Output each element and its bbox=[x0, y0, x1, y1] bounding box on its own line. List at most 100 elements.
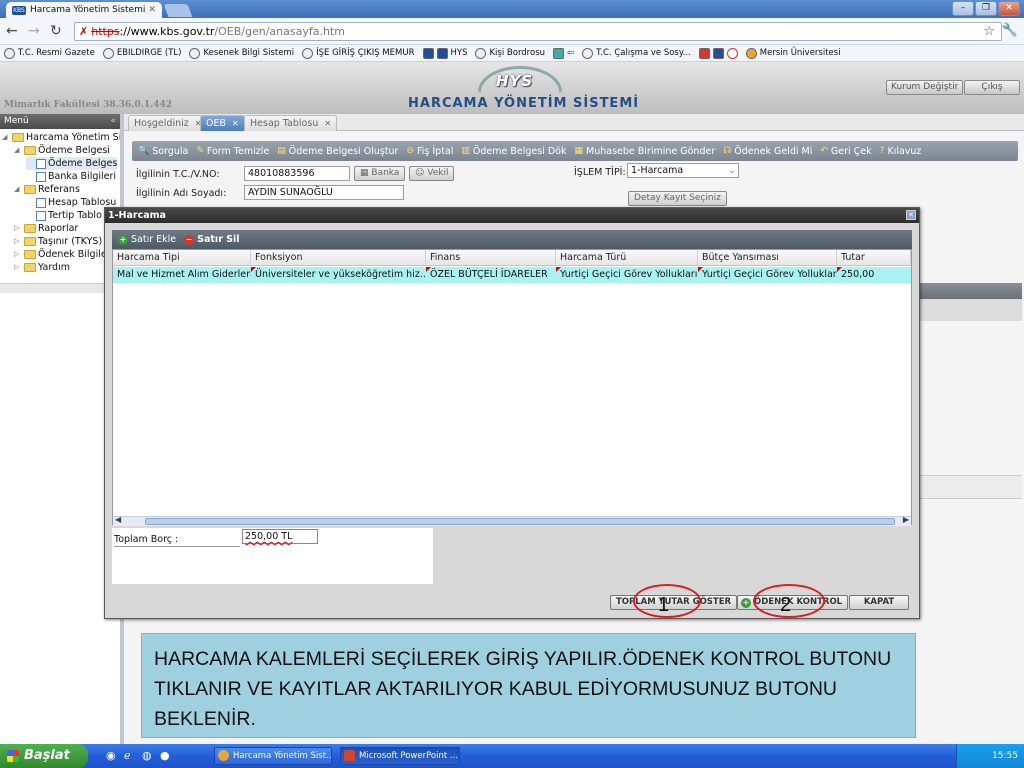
table-cell[interactable]: Yurtiçi Geçici Görev Yollukları bbox=[698, 267, 837, 283]
bookmark-item[interactable]: İŞE GİRİŞ ÇIKIŞ MEMUR bbox=[302, 47, 415, 59]
url-input[interactable]: ✗ https ://www.kbs.gov.tr /OEB/gen/anasa… bbox=[74, 22, 1002, 41]
column-header[interactable]: Tutar bbox=[837, 250, 911, 266]
name-input[interactable]: AYDIN SUNAOĞLU bbox=[244, 185, 404, 200]
tc-input[interactable]: 48010883596 bbox=[244, 166, 350, 181]
bookmark-item[interactable]: Kesenek Bilgi Sistemi bbox=[189, 47, 294, 59]
tab-oeb[interactable]: OEB ✕ bbox=[200, 115, 245, 131]
table-cell[interactable]: Yurtiçi Geçici Görev Yollukları bbox=[556, 267, 698, 283]
delete-row-button[interactable]: − Satır Sil bbox=[184, 234, 240, 245]
bookmark-item[interactable]: Kişi Bordrosu bbox=[475, 47, 545, 59]
sidebar-item[interactable]: Ödeme Belges bbox=[26, 157, 118, 170]
toolbar-button[interactable]: ? Kılavuz bbox=[880, 146, 922, 157]
change-institution-button[interactable]: Kurum Değiştir bbox=[886, 80, 964, 95]
exit-button[interactable]: Çıkış bbox=[964, 80, 1020, 95]
column-header[interactable]: Harcama Tipi bbox=[113, 250, 251, 266]
chevron-down-icon[interactable]: ⌄ bbox=[728, 164, 736, 177]
sidebar-item[interactable]: ◢ Harcama Yönetim Sis bbox=[2, 131, 120, 144]
bookmark-star-icon[interactable]: ☆ bbox=[983, 24, 995, 39]
minimize-icon[interactable]: – bbox=[952, 1, 974, 16]
tab-welcome[interactable]: Hoşgeldiniz ✕ bbox=[128, 115, 208, 131]
close-modal-icon[interactable]: ✕ bbox=[906, 210, 916, 220]
bank-button[interactable]: ▦ Banka bbox=[354, 166, 406, 181]
toolbar-button[interactable]: ✎ Form Temizle bbox=[196, 146, 269, 157]
add-row-button[interactable]: + Satır Ekle bbox=[118, 234, 176, 245]
bookmark-item[interactable]: T.C. Resmi Gazete bbox=[4, 47, 95, 59]
new-tab-button[interactable] bbox=[163, 4, 193, 17]
bookmark-item[interactable]: HYS bbox=[422, 47, 467, 59]
toolbar-button[interactable]: ☊ Ödenek Geldi Mi bbox=[723, 146, 812, 157]
sidebar-item[interactable]: Tertip Tablo bbox=[26, 209, 102, 222]
browser-quicklaunch-icon[interactable]: ◉ bbox=[106, 749, 116, 762]
sidebar-item[interactable]: ▷ Yardım bbox=[14, 261, 70, 274]
islem-select[interactable]: 1-Harcama ⌄ bbox=[627, 163, 739, 178]
start-button[interactable]: Başlat bbox=[0, 744, 88, 768]
task-powerpoint[interactable]: Microsoft PowerPoint ... bbox=[340, 747, 460, 765]
tree-toggle-icon[interactable]: ▷ bbox=[14, 235, 22, 248]
close-tab-icon[interactable]: ✕ bbox=[148, 5, 156, 15]
table-cell[interactable]: 250,00 bbox=[837, 267, 911, 283]
table-row[interactable]: Mal ve Hizmet Alım Giderleri Üniversitele… bbox=[113, 267, 911, 283]
close-window-icon[interactable]: ✕ bbox=[998, 1, 1020, 16]
tab-account-table[interactable]: Hesap Tablosu ✕ bbox=[244, 115, 338, 131]
collapse-menu-icon[interactable]: « bbox=[110, 114, 116, 129]
tree-toggle-icon[interactable]: ▷ bbox=[14, 248, 22, 261]
close-button[interactable]: KAPAT bbox=[849, 595, 909, 610]
close-tab-icon[interactable]: ✕ bbox=[232, 119, 239, 128]
sidebar-item[interactable]: ◢ Ödeme Belgesi bbox=[14, 144, 110, 157]
firefox-quicklaunch-icon[interactable]: ◍ bbox=[142, 749, 152, 762]
toolbar-button[interactable]: 🔍 Sorgula bbox=[138, 146, 188, 157]
forward-arrow-icon[interactable]: → bbox=[28, 23, 40, 39]
bookmark-item[interactable]: ⇦ bbox=[553, 47, 575, 59]
sidebar-item[interactable]: ◢ Referans bbox=[14, 183, 80, 196]
task-browser[interactable]: Harcama Yönetim Sist... bbox=[214, 747, 332, 765]
toolbar-button[interactable]: ▤ Ödeme Belgesi Oluştur bbox=[277, 146, 398, 157]
sidebar-item[interactable]: ▷ Raporlar bbox=[14, 222, 78, 235]
reload-icon[interactable]: ↻ bbox=[50, 23, 62, 39]
tree-toggle-icon[interactable]: ▷ bbox=[14, 222, 22, 235]
column-header[interactable]: Finans bbox=[426, 250, 556, 266]
sidebar-item[interactable]: Banka Bilgileri bbox=[26, 170, 116, 183]
table-cell[interactable]: Üniversiteler ve yükseköğretim hiz... bbox=[251, 267, 426, 283]
toolbar-button[interactable]: ⊖ Fiş İptal bbox=[406, 146, 453, 157]
table-cell[interactable]: Mal ve Hizmet Alım Giderleri bbox=[113, 267, 251, 283]
sidebar-item[interactable]: ▷ Taşınır (TKYS) bbox=[14, 235, 102, 248]
toolbar-icon: ⊖ bbox=[406, 146, 414, 156]
toolbar-button[interactable]: ▥ Ödeme Belgesi Dök bbox=[461, 146, 566, 157]
menu-scrollbar[interactable] bbox=[0, 283, 120, 293]
ie-quicklaunch-icon[interactable]: ℯ bbox=[124, 749, 131, 762]
scroll-right-icon[interactable]: ▶ bbox=[903, 515, 909, 524]
column-header[interactable]: Bütçe Yansıması bbox=[698, 250, 837, 266]
bookmark-item[interactable] bbox=[698, 47, 738, 59]
browser-tab[interactable]: KBS Harcama Yönetim Sistemi ✕ bbox=[6, 2, 162, 18]
chrome-quicklaunch-icon[interactable]: ● bbox=[160, 749, 170, 762]
toolbar-button[interactable]: ↶ Geri Çek bbox=[820, 146, 871, 157]
powerpoint-icon bbox=[344, 750, 355, 761]
scroll-left-icon[interactable]: ◀ bbox=[115, 515, 121, 524]
column-header[interactable]: Harcama Türü bbox=[556, 250, 698, 266]
scroll-thumb[interactable] bbox=[145, 518, 895, 525]
toolbar-button[interactable]: ▦ Muhasebe Birimine Gönder bbox=[575, 146, 716, 157]
proxy-button[interactable]: ☺ Vekil bbox=[409, 166, 455, 181]
bookmark-item[interactable]: Mersin Üniversitesi bbox=[745, 47, 841, 59]
tree-toggle-icon[interactable]: ▷ bbox=[14, 261, 22, 274]
sidebar-item[interactable]: ▷ Ödenek Bilgile bbox=[14, 248, 107, 261]
restore-icon[interactable]: ❐ bbox=[975, 1, 997, 16]
kbs-icon bbox=[422, 47, 434, 59]
bookmark-item[interactable]: EBILDIRGE (TL) bbox=[102, 47, 181, 59]
sidebar-item[interactable]: Hesap Tablosu bbox=[26, 196, 116, 209]
dirty-cell-marker bbox=[837, 267, 842, 272]
tree-toggle-icon[interactable]: ◢ bbox=[14, 144, 22, 157]
tree-toggle-icon[interactable]: ◢ bbox=[2, 131, 10, 144]
wrench-icon[interactable]: 🔧 bbox=[1002, 23, 1018, 38]
back-arrow-icon[interactable]: ← bbox=[6, 23, 18, 39]
table-cell[interactable]: ÖZEL BÜTÇELİ İDARELER bbox=[426, 267, 556, 283]
tree-toggle-icon[interactable]: ◢ bbox=[14, 183, 22, 196]
column-header[interactable]: Fonksiyon bbox=[251, 250, 426, 266]
grid-hscrollbar[interactable]: ◀ ▶ bbox=[113, 515, 911, 526]
close-tab-icon[interactable]: ✕ bbox=[324, 119, 331, 128]
detail-record-button[interactable]: Detay Kayıt Seçiniz bbox=[628, 191, 727, 206]
arrows-icon: ⇦ bbox=[567, 48, 575, 58]
main-tabs: Hoşgeldiniz ✕ OEB ✕ Hesap Tablosu ✕ bbox=[124, 114, 1024, 131]
bookmark-item[interactable]: T.C. Çalışma ve Sosy... bbox=[582, 47, 691, 59]
panel-header bbox=[918, 283, 1022, 299]
